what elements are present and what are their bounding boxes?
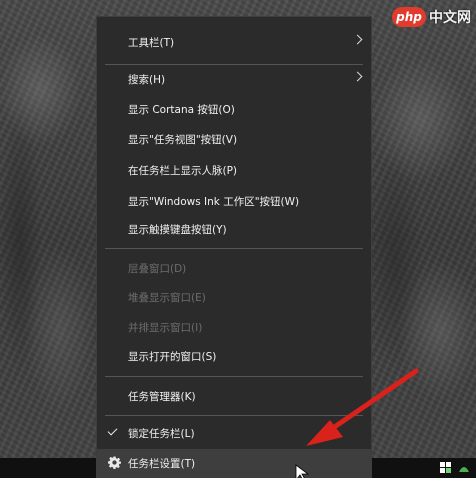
menu-item-label: 搜索(H) — [128, 73, 166, 86]
menu-separator — [105, 248, 363, 249]
menu-separator — [105, 415, 363, 416]
chevron-right-icon — [352, 71, 363, 82]
site-watermark: php 中文网 — [392, 6, 474, 28]
menu-item-side-by-side: 并排显示窗口(I) — [97, 313, 371, 341]
tray-app-icon[interactable] — [458, 462, 470, 474]
menu-item-stack-windows: 堆叠显示窗口(E) — [97, 283, 371, 311]
menu-item-label: 并排显示窗口(I) — [128, 321, 203, 334]
menu-item-label: 在任务栏上显示人脉(P) — [128, 164, 238, 177]
menu-item-label: 工具栏(T) — [128, 36, 175, 49]
gear-icon — [108, 456, 121, 469]
menu-item-label: 任务管理器(K) — [128, 390, 196, 403]
watermark-logo: php — [392, 7, 426, 27]
chevron-right-icon — [352, 34, 363, 45]
menu-item-label: 显示"任务视图"按钮(V) — [128, 133, 238, 146]
menu-item-show-ink[interactable]: 显示"Windows Ink 工作区"按钮(W) — [97, 187, 371, 215]
menu-item-show-open-windows[interactable]: 显示打开的窗口(S) — [97, 342, 371, 370]
menu-separator — [105, 376, 363, 377]
network-icon[interactable] — [440, 462, 452, 474]
menu-item-lock-taskbar[interactable]: 锁定任务栏(L) — [97, 419, 371, 447]
menu-item-search[interactable]: 搜索(H) — [97, 65, 371, 93]
taskbar-context-menu: 工具栏(T) 搜索(H) 显示 Cortana 按钮(O) 显示"任务视图"按钮… — [96, 16, 372, 478]
menu-item-taskbar-settings[interactable]: 任务栏设置(T) — [97, 449, 371, 477]
menu-item-label: 层叠窗口(D) — [128, 262, 187, 275]
checkmark-icon — [107, 425, 118, 436]
menu-item-toolbars[interactable]: 工具栏(T) — [97, 28, 371, 56]
menu-item-show-people[interactable]: 在任务栏上显示人脉(P) — [97, 156, 371, 184]
menu-item-cascade-windows: 层叠窗口(D) — [97, 254, 371, 282]
menu-item-label: 任务栏设置(T) — [128, 457, 196, 470]
menu-item-show-cortana[interactable]: 显示 Cortana 按钮(O) — [97, 95, 371, 123]
menu-item-touch-keyboard[interactable]: 显示触摸键盘按钮(Y) — [97, 215, 371, 243]
menu-item-label: 显示触摸键盘按钮(Y) — [128, 223, 227, 236]
menu-item-task-manager[interactable]: 任务管理器(K) — [97, 382, 371, 410]
menu-item-label: 堆叠显示窗口(E) — [128, 291, 206, 304]
menu-item-show-task-view[interactable]: 显示"任务视图"按钮(V) — [97, 125, 371, 153]
menu-item-label: 显示 Cortana 按钮(O) — [128, 103, 235, 116]
watermark-text: 中文网 — [429, 10, 471, 26]
menu-item-label: 显示"Windows Ink 工作区"按钮(W) — [128, 195, 300, 208]
menu-item-label: 锁定任务栏(L) — [128, 427, 195, 440]
menu-item-label: 显示打开的窗口(S) — [128, 350, 217, 363]
